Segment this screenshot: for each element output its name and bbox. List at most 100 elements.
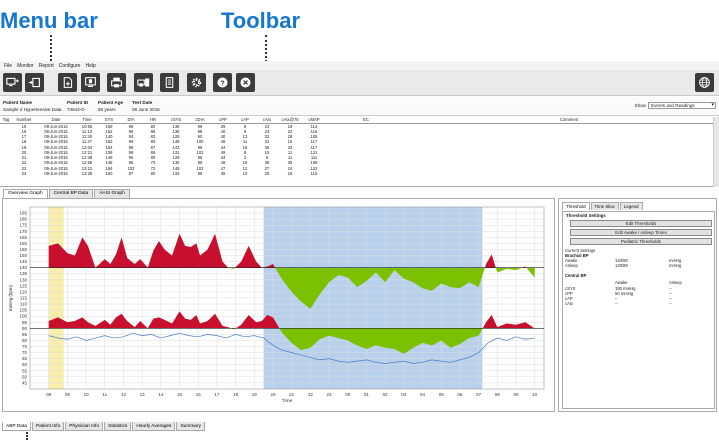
show-select[interactable]: Events and Readings bbox=[648, 102, 716, 109]
tab-abp-data[interactable]: ABP Data bbox=[2, 422, 31, 431]
tab-overview-graph[interactable]: Overview Graph bbox=[3, 189, 48, 198]
menu-report[interactable]: Report bbox=[39, 63, 54, 69]
callout-menu-bar-pointer bbox=[50, 35, 52, 61]
central-awake-header: Awake bbox=[615, 280, 628, 285]
x-tick-label: 20 bbox=[270, 392, 276, 397]
x-tick-label: 03 bbox=[401, 392, 407, 397]
x-tick-label: 06 bbox=[457, 392, 463, 397]
show-label: Show bbox=[634, 103, 647, 108]
overview-chart: 4550556065707580859095100105110115120125… bbox=[8, 206, 545, 404]
close-icon[interactable] bbox=[236, 73, 255, 92]
table-cell bbox=[406, 171, 719, 176]
column-header[interactable]: cAIx@75 bbox=[278, 117, 302, 124]
callout-toolbar: Toolbar bbox=[221, 8, 301, 33]
pediatric-thresholds-button[interactable]: Pediatric Thresholds bbox=[570, 238, 712, 245]
x-tick-label: 05 bbox=[439, 392, 445, 397]
y-tick-label: 145 bbox=[19, 259, 27, 264]
y-tick-label: 180 bbox=[19, 217, 27, 222]
table-cell: 133 bbox=[172, 171, 180, 177]
printer-stack-icon[interactable] bbox=[134, 73, 153, 92]
central-bp-label: Central BP bbox=[565, 273, 587, 278]
tab-patient-info[interactable]: Patient Info bbox=[31, 422, 65, 431]
x-tick-label: 08 bbox=[46, 392, 52, 397]
patient-id: 74642-D bbox=[67, 107, 85, 112]
graph-tabs: Overview Graph Central BP Data AASI Grap… bbox=[0, 189, 130, 198]
document-plus-icon[interactable] bbox=[58, 73, 77, 92]
central-row-awake: -- bbox=[615, 301, 618, 306]
y-tick-label: 60 bbox=[22, 362, 28, 367]
menu-bar: File Monitor Report Configure Help bbox=[0, 61, 719, 70]
menu-configure[interactable]: Configure bbox=[59, 63, 81, 69]
x-tick-label: 17 bbox=[214, 392, 220, 397]
y-tick-label: 150 bbox=[19, 253, 27, 258]
bottom-tabs: ABP Data Patient Info Physician Info Sta… bbox=[0, 422, 205, 432]
tab-time-slice[interactable]: Time Slice bbox=[590, 202, 619, 210]
menu-file[interactable]: File bbox=[4, 63, 12, 69]
y-tick-label: 155 bbox=[19, 247, 27, 252]
tab-threshold[interactable]: Threshold bbox=[562, 202, 590, 210]
printer-icon[interactable] bbox=[107, 73, 126, 92]
x-tick-label: 02 bbox=[383, 392, 389, 397]
readings-table-panel: Tag Number Date Time SYS DIA HR cSYS cDIA cPP cAP c… bbox=[0, 117, 719, 187]
tab-hourly-averages[interactable]: Hourly Averages bbox=[132, 422, 176, 431]
y-tick-label: 100 bbox=[19, 314, 27, 319]
y-tick-label: 80 bbox=[22, 338, 28, 343]
x-tick-label: 09 bbox=[513, 392, 519, 397]
table-cell: 115 bbox=[310, 171, 318, 177]
x-tick-label: 22 bbox=[308, 392, 314, 397]
central-row-asleep: -- bbox=[669, 301, 672, 306]
patient-age: 65 years bbox=[98, 107, 116, 112]
x-axis-label: Time bbox=[282, 398, 293, 404]
threshold-settings-title: Threshold Settings bbox=[566, 213, 606, 218]
help-icon[interactable]: ? bbox=[213, 73, 232, 92]
y-tick-label: 95 bbox=[22, 320, 28, 325]
y-tick-label: 45 bbox=[22, 380, 28, 385]
svg-text:?: ? bbox=[220, 78, 225, 87]
menu-monitor[interactable]: Monitor bbox=[17, 63, 34, 69]
edit-thresholds-button[interactable]: Edit Thresholds bbox=[570, 220, 712, 227]
edit-awake-asleep-button[interactable]: Edit Awake / Asleep Times bbox=[570, 229, 712, 236]
table-cell: 09-Jun-2015 bbox=[44, 171, 68, 177]
y-tick-label: 70 bbox=[22, 350, 28, 355]
tab-legend[interactable]: Legend bbox=[619, 202, 643, 210]
x-tick-label: 09 bbox=[65, 392, 71, 397]
y-tick-label: 110 bbox=[20, 302, 28, 307]
y-tick-label: 170 bbox=[19, 229, 27, 234]
x-tick-label: 04 bbox=[420, 392, 426, 397]
patient-id-label: Patient ID bbox=[67, 100, 89, 105]
report-page-icon[interactable] bbox=[160, 73, 179, 92]
tab-physician-info[interactable]: Physician Info bbox=[65, 422, 104, 431]
menu-help[interactable]: Help bbox=[85, 63, 95, 69]
tab-statistics[interactable]: Statistics bbox=[104, 422, 132, 431]
globe-icon[interactable] bbox=[695, 73, 714, 92]
y-tick-label: 115 bbox=[20, 296, 28, 301]
screen-document-icon[interactable] bbox=[81, 73, 100, 92]
x-tick-label: 10 bbox=[84, 392, 90, 397]
asleep-unit: mmHg bbox=[669, 263, 682, 268]
threshold-panel: Threshold Time Slice Legend Threshold Se… bbox=[558, 198, 717, 412]
patient-name: Sample 2 Hypertensive Data bbox=[3, 107, 62, 112]
device-arrow-icon[interactable] bbox=[25, 73, 44, 92]
y-tick-label: 50 bbox=[22, 374, 28, 379]
y-tick-label: 135 bbox=[19, 271, 27, 276]
table-cell: 13:28 bbox=[81, 171, 93, 177]
table-cell: 80 bbox=[150, 171, 156, 177]
y-tick-label: 105 bbox=[19, 308, 27, 313]
table-scrollbar[interactable] bbox=[713, 117, 719, 187]
patient-name-label: Patient Name bbox=[3, 100, 33, 105]
table-cell: 150 bbox=[105, 171, 113, 177]
patient-header: Patient Name Sample 2 Hypertensive Data … bbox=[0, 97, 719, 116]
table-row[interactable]: 24 09-Jun-2015 13:28 150 97 80 133 98 35 10 25 18 11… bbox=[0, 171, 719, 176]
tab-aasi-graph[interactable]: AASI Graph bbox=[94, 189, 130, 198]
y-tick-label: 175 bbox=[19, 223, 27, 228]
x-tick-label: 13 bbox=[140, 392, 146, 397]
table-cell bbox=[326, 171, 406, 176]
gear-icon[interactable] bbox=[187, 73, 206, 92]
x-tick-label: 14 bbox=[158, 392, 164, 397]
y-tick-label: 160 bbox=[19, 241, 27, 246]
tab-summary[interactable]: Summary bbox=[176, 422, 205, 431]
monitor-arrow-icon[interactable] bbox=[3, 73, 22, 92]
y-tick-label: 90 bbox=[22, 326, 28, 331]
table-cell: 98 bbox=[197, 171, 203, 177]
tab-central-bp-data[interactable]: Central BP Data bbox=[48, 189, 94, 198]
